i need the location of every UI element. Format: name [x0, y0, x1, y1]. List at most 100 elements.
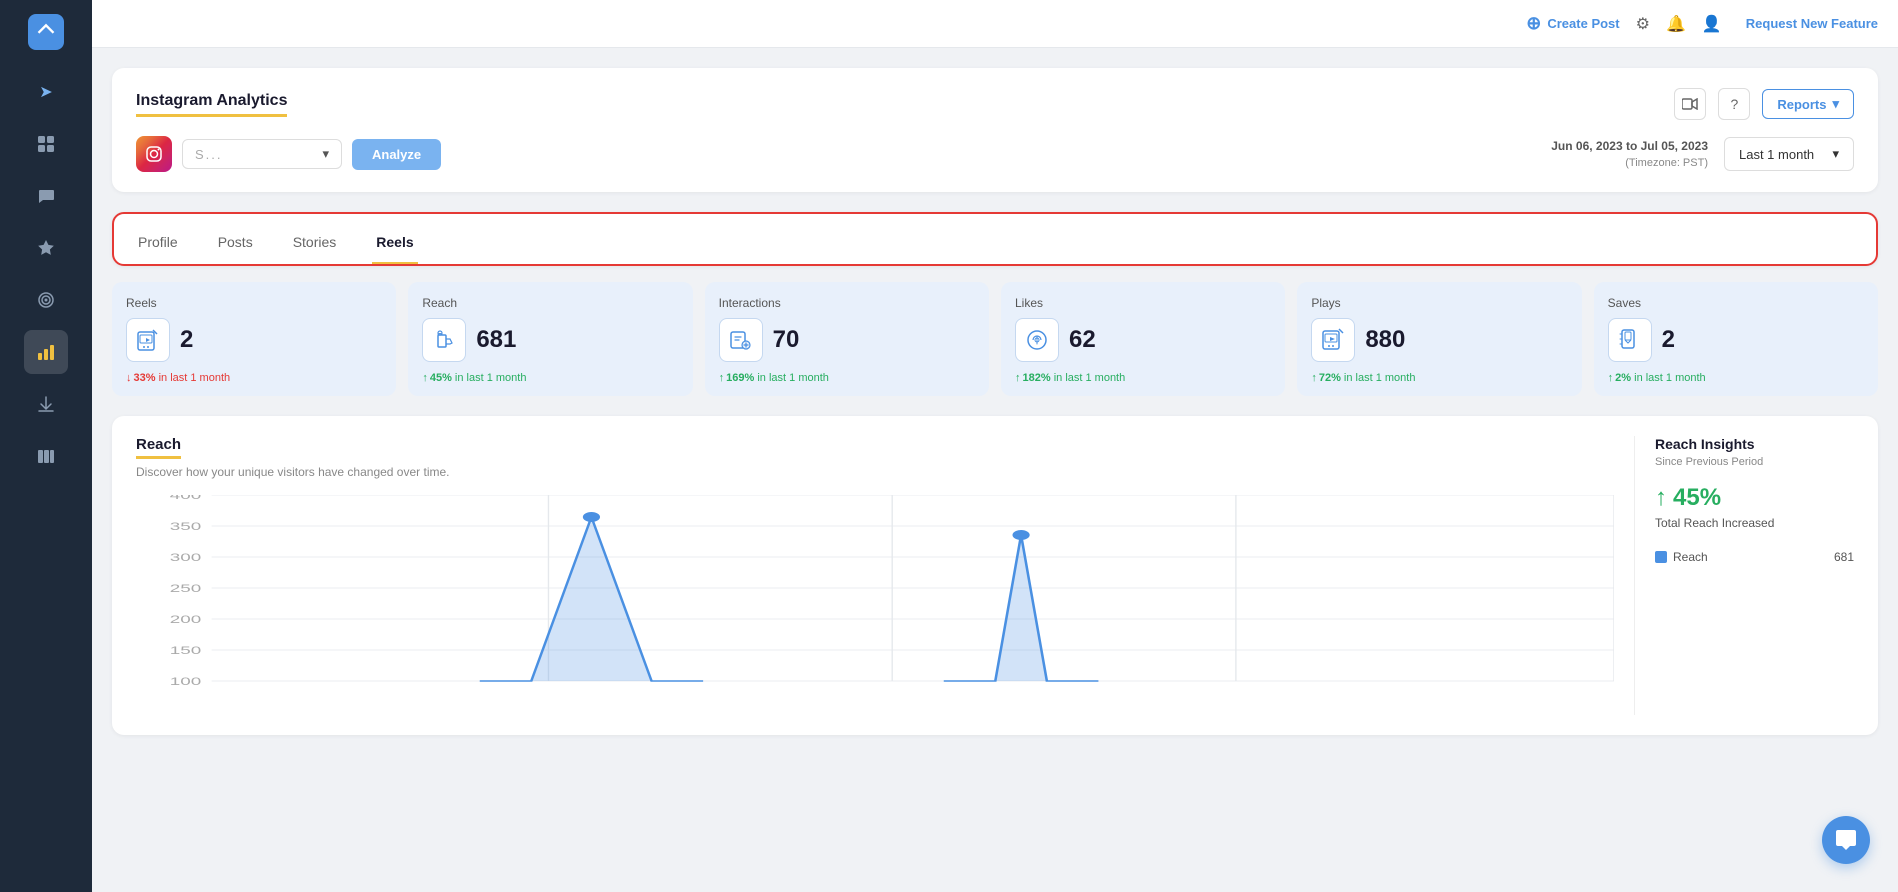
metric-change-likes: ↑ 182% in last 1 month — [1015, 372, 1271, 384]
metric-card-saves: Saves 2 ↑ 2% in last 1 month — [1594, 282, 1878, 396]
plays-icon-wrap — [1311, 318, 1355, 362]
metric-change-interactions: ↑ 169% in last 1 month — [719, 372, 975, 384]
help-icon-btn[interactable]: ? — [1718, 88, 1750, 120]
up-arrow-icon-reach: ↑ — [422, 372, 428, 384]
metric-change-saves: ↑ 2% in last 1 month — [1608, 372, 1864, 384]
tab-posts[interactable]: Posts — [214, 224, 257, 264]
chart-insights: Reach Insights Since Previous Period ↑ 4… — [1634, 436, 1854, 715]
account-name: S... — [195, 147, 223, 162]
sidebar-item-target[interactable] — [24, 278, 68, 322]
tab-profile[interactable]: Profile — [134, 224, 182, 264]
sidebar-item-chart[interactable] — [24, 330, 68, 374]
create-post-label: Create Post — [1547, 16, 1619, 31]
sidebar-item-messages[interactable] — [24, 174, 68, 218]
sidebar-item-books[interactable] — [24, 434, 68, 478]
insights-pct-value: 45% — [1673, 484, 1721, 512]
metric-card-plays: Plays 880 ↑ — [1297, 282, 1581, 396]
metric-label-reels: Reels — [126, 296, 382, 310]
saves-icon-wrap — [1608, 318, 1652, 362]
sidebar-item-dashboard[interactable] — [24, 122, 68, 166]
chart-area: 400 350 300 250 200 150 100 — [136, 495, 1614, 715]
metric-change-pct-reels: 33% in last 1 month — [134, 372, 231, 384]
chart-section: Reach Discover how your unique visitors … — [112, 416, 1878, 735]
metric-value-interactions: 70 — [773, 326, 800, 354]
interactions-icon-wrap — [719, 318, 763, 362]
account-dropdown[interactable]: S... ▾ — [182, 139, 342, 169]
insights-percentage: ↑ 45% — [1655, 484, 1854, 512]
date-range: Jun 06, 2023 to Jul 05, 2023 (Timezone: … — [1551, 137, 1854, 172]
up-arrow-icon-interactions: ↑ — [719, 372, 725, 384]
reach-icon-wrap — [422, 318, 466, 362]
sidebar-logo[interactable] — [28, 14, 64, 50]
insights-legend: Reach 681 — [1655, 550, 1854, 564]
period-dropdown[interactable]: Last 1 month ▾ — [1724, 137, 1854, 171]
likes-icon-wrap — [1015, 318, 1059, 362]
analytics-title: Instagram Analytics — [136, 92, 287, 117]
main-area: ⊕ Create Post ⚙ 🔔 👤 Request New Feature … — [92, 0, 1898, 892]
sidebar: ➤ — [0, 0, 92, 892]
metric-label-plays: Plays — [1311, 296, 1567, 310]
up-arrow-icon-saves: ↑ — [1608, 372, 1614, 384]
legend-dot-reach — [1655, 551, 1667, 563]
metric-change-reach: ↑ 45% in last 1 month — [422, 372, 678, 384]
up-arrow-insights-icon: ↑ — [1655, 484, 1667, 512]
metric-card-reach: Reach 681 ↑ 45% in last 1 month — [408, 282, 692, 396]
analyze-button[interactable]: Analyze — [352, 139, 441, 170]
request-feature-link[interactable]: Request New Feature — [1746, 16, 1878, 31]
settings-icon[interactable]: ⚙ — [1636, 14, 1650, 34]
create-post-button[interactable]: ⊕ Create Post — [1526, 13, 1619, 34]
tab-reels[interactable]: Reels — [372, 224, 417, 264]
question-icon: ? — [1730, 96, 1738, 112]
metric-label-interactions: Interactions — [719, 296, 975, 310]
metric-body-reach: 681 — [422, 318, 678, 362]
chart-subtitle: Discover how your unique visitors have c… — [136, 465, 1614, 479]
metric-card-likes: Likes 62 ↑ 182% in last 1 month — [1001, 282, 1285, 396]
analytics-controls: S... ▾ Analyze Jun 06, 2023 to Jul 05, 2… — [136, 136, 1854, 172]
insights-subtitle: Since Previous Period — [1655, 456, 1854, 468]
content-area: Instagram Analytics ? Reports ▾ — [92, 48, 1898, 892]
metric-change-pct-plays: 72% in last 1 month — [1319, 372, 1416, 384]
legend-label-reach: Reach — [1673, 550, 1708, 564]
reach-chart-svg: 400 350 300 250 200 150 100 — [136, 495, 1614, 715]
period-label: Last 1 month — [1739, 147, 1814, 162]
svg-text:400: 400 — [170, 495, 202, 502]
metric-change-reels: ↓ 33% in last 1 month — [126, 372, 382, 384]
sidebar-item-star[interactable] — [24, 226, 68, 270]
video-icon-btn[interactable] — [1674, 88, 1706, 120]
insights-title: Reach Insights — [1655, 436, 1854, 452]
svg-text:350: 350 — [170, 521, 202, 533]
account-selector: S... ▾ Analyze — [136, 136, 441, 172]
metric-value-reels: 2 — [180, 326, 193, 354]
sidebar-item-download[interactable] — [24, 382, 68, 426]
metric-value-likes: 62 — [1069, 326, 1096, 354]
metric-label-likes: Likes — [1015, 296, 1271, 310]
metric-body-reels: 2 — [126, 318, 382, 362]
notifications-icon[interactable]: 🔔 — [1666, 14, 1686, 34]
svg-text:300: 300 — [170, 552, 202, 564]
reels-icon-wrap — [126, 318, 170, 362]
insights-desc: Total Reach Increased — [1655, 516, 1854, 530]
tab-stories[interactable]: Stories — [289, 224, 341, 264]
chart-title: Reach — [136, 436, 181, 459]
metric-change-plays: ↑ 72% in last 1 month — [1311, 372, 1567, 384]
dropdown-chevron-icon: ▾ — [322, 146, 329, 162]
metric-change-pct-reach: 45% in last 1 month — [430, 372, 527, 384]
svg-text:100: 100 — [170, 676, 202, 688]
tabs-container: Profile Posts Stories Reels — [134, 224, 1856, 264]
reports-label: Reports — [1777, 97, 1826, 112]
metric-change-pct-saves: 2% in last 1 month — [1615, 372, 1706, 384]
chat-fab-button[interactable] — [1822, 816, 1870, 864]
legend-value-reach: 681 — [1834, 550, 1854, 564]
sidebar-item-navigate[interactable]: ➤ — [24, 70, 68, 114]
metric-card-interactions: Interactions 70 ↑ 169% in last 1 mo — [705, 282, 989, 396]
tabs-section: Profile Posts Stories Reels — [112, 212, 1878, 266]
metric-body-likes: 62 — [1015, 318, 1271, 362]
timezone-text: (Timezone: PST) — [1551, 155, 1708, 172]
reports-button[interactable]: Reports ▾ — [1762, 89, 1854, 119]
analytics-card: Instagram Analytics ? Reports ▾ — [112, 68, 1878, 192]
svg-text:200: 200 — [170, 614, 202, 626]
chart-main: Reach Discover how your unique visitors … — [136, 436, 1614, 715]
metric-value-reach: 681 — [476, 326, 516, 354]
user-icon[interactable]: 👤 — [1702, 14, 1722, 34]
metric-label-reach: Reach — [422, 296, 678, 310]
